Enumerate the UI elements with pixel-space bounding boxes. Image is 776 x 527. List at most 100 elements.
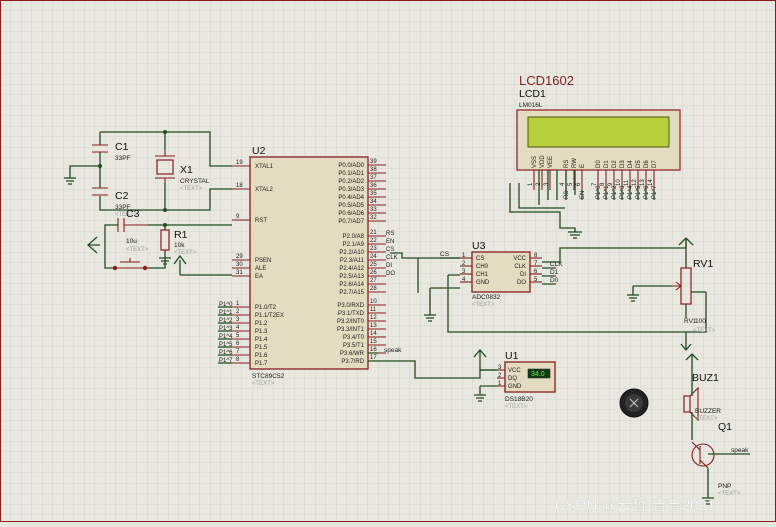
u2-pin-name: P3.2/INT0: [337, 319, 365, 325]
c2-ref: C2: [115, 190, 129, 202]
u2-pin-name: P0.4/AD4: [338, 195, 364, 201]
q1-ref: Q1: [718, 421, 732, 433]
c3-ref: C3: [126, 208, 140, 220]
schematic-svg: C1 33PF C2 33PF <TEXT> X1 CRYSTAL <TEXT>…: [0, 0, 776, 522]
u2-pin-name: P2.2/A10: [339, 250, 364, 256]
svg-text:DI: DI: [520, 272, 526, 278]
u2-pin-num: 31: [236, 270, 243, 276]
svg-text:D6: D6: [644, 160, 650, 168]
lcd-net-label: P1^0: [596, 185, 602, 199]
u2-pin-name: P2.5/A13: [339, 274, 364, 280]
u2-pin-num: 22: [370, 238, 377, 244]
u3-net-di: D1: [550, 269, 559, 276]
p1-net-6: P1^6: [219, 350, 233, 356]
u2-pin-name: P1.3: [255, 329, 268, 335]
u2-pin-num: 19: [236, 160, 243, 166]
speak-net-label: speak: [384, 347, 402, 354]
u2-pin-name: P1.1/T2EX: [255, 313, 284, 319]
p2-net-clk: CLK: [386, 255, 398, 261]
svg-text:VEE: VEE: [548, 156, 554, 168]
schematic-canvas[interactable]: C1 33PF C2 33PF <TEXT> X1 CRYSTAL <TEXT>…: [0, 0, 776, 522]
u2-pin-name: P3.7/RD: [341, 359, 364, 365]
svg-text:VCC: VCC: [513, 256, 526, 262]
svg-text:RS: RS: [564, 160, 570, 168]
svg-text:12: 12: [632, 179, 638, 186]
p1-net-2: P1^2: [219, 318, 233, 324]
u2-pin-num: 36: [370, 183, 377, 189]
svg-text:14: 14: [648, 179, 654, 186]
u2-pin-num: 37: [370, 175, 377, 181]
lcd-part: LM016L: [519, 102, 543, 109]
u2-pin-name: P3.6/WR: [340, 351, 365, 357]
lcd-net-label: P1^5: [636, 185, 642, 199]
u2-pin-num: 38: [370, 167, 377, 173]
u2-pin-num: 28: [370, 286, 377, 292]
svg-text:DQ: DQ: [508, 376, 517, 382]
c3-value: 10u: [126, 238, 137, 245]
r1-value: 10k: [174, 242, 185, 249]
p2-net-cs: CS: [386, 247, 394, 253]
u2-pin-name: ALE: [255, 266, 266, 272]
svg-text:D0: D0: [596, 160, 602, 168]
svg-text:GND: GND: [508, 384, 522, 390]
u2-pin-name: P1.2: [255, 321, 268, 327]
u2-pin-num: 29: [236, 254, 243, 260]
lcd-title: LCD1602: [519, 73, 574, 88]
p1-net-5: P1^5: [219, 342, 233, 348]
p2-net-rs: RS: [386, 231, 394, 237]
u2-pin-name: P1.4: [255, 337, 268, 343]
u2-pin-num: 14: [370, 331, 377, 337]
u2-mcu[interactable]: U2 STC89C52 <TEXT> 19XTAL118XTAL29RST29P…: [232, 145, 386, 387]
lcd-screen: [527, 116, 670, 148]
r1-text: <TEXT>: [174, 250, 197, 256]
q1-net-speak: speak: [731, 447, 749, 454]
lcd-net-label: P1^6: [644, 185, 650, 199]
u2-pin-num: 13: [370, 323, 377, 329]
u2-pin-name: P2.3/A11: [340, 258, 365, 264]
p2-net-do: DO: [386, 271, 395, 277]
u2-part: STC89C52: [252, 373, 285, 380]
u2-pin-name: P3.0/RXD: [337, 303, 364, 309]
u2-pin-name: P2.7/A15: [339, 290, 364, 296]
u2-pin-name: P2.0/A8: [343, 234, 365, 240]
u3-net-do: D0: [550, 277, 559, 284]
lcd-net-label: EN: [580, 191, 586, 199]
svg-text:VCC: VCC: [508, 368, 521, 374]
svg-text:D7: D7: [652, 160, 658, 168]
svg-text:CH1: CH1: [476, 272, 489, 278]
u3-net-cs: CS: [440, 251, 450, 258]
u2-pin-num: 32: [370, 215, 377, 221]
svg-text:GND: GND: [476, 280, 490, 286]
u2-pin-name: P1.7: [255, 361, 268, 367]
q1-text: <TEXT>: [718, 491, 741, 497]
svg-text:D1: D1: [604, 160, 610, 168]
x1-value: CRYSTAL: [180, 178, 210, 185]
u2-pin-name: P3.3/INT1: [337, 327, 365, 333]
u2-pin-name: RST: [255, 218, 267, 224]
rv1-text: <TEXT>: [693, 328, 716, 334]
p1-net-0: P1^0: [219, 302, 233, 308]
u3-part: ADC0832: [472, 294, 501, 301]
u2-pin-name: XTAL1: [255, 164, 274, 170]
svg-text:VSS: VSS: [532, 156, 538, 168]
x1-ref: X1: [180, 164, 193, 176]
c1-value: 33PF: [115, 155, 131, 162]
u2-pin-num: 15: [370, 339, 377, 345]
svg-text:DO: DO: [517, 280, 526, 286]
u3-ref: U3: [472, 240, 486, 252]
lcd-net-label: P1^4: [628, 185, 634, 199]
p1-net-1: P1^1: [219, 310, 233, 316]
u2-ref: U2: [252, 145, 266, 157]
u2-pin-name: P3.1/TXD: [338, 311, 365, 317]
svg-text:D5: D5: [636, 160, 642, 168]
svg-text:RW: RW: [572, 158, 578, 168]
p1-net-4: P1^4: [219, 334, 233, 340]
buz1-text: <TEXT>: [695, 416, 718, 422]
svg-text:D4: D4: [628, 160, 634, 168]
c3-text: <TEXT>: [126, 247, 149, 253]
u2-pin-name: P1.0/T2: [255, 305, 277, 311]
p1-net-3: P1^3: [219, 326, 233, 332]
lcd-net-label: RS: [564, 191, 570, 199]
u1-part: DS18B20: [505, 396, 533, 403]
u2-pin-name: P1.6: [255, 353, 268, 359]
